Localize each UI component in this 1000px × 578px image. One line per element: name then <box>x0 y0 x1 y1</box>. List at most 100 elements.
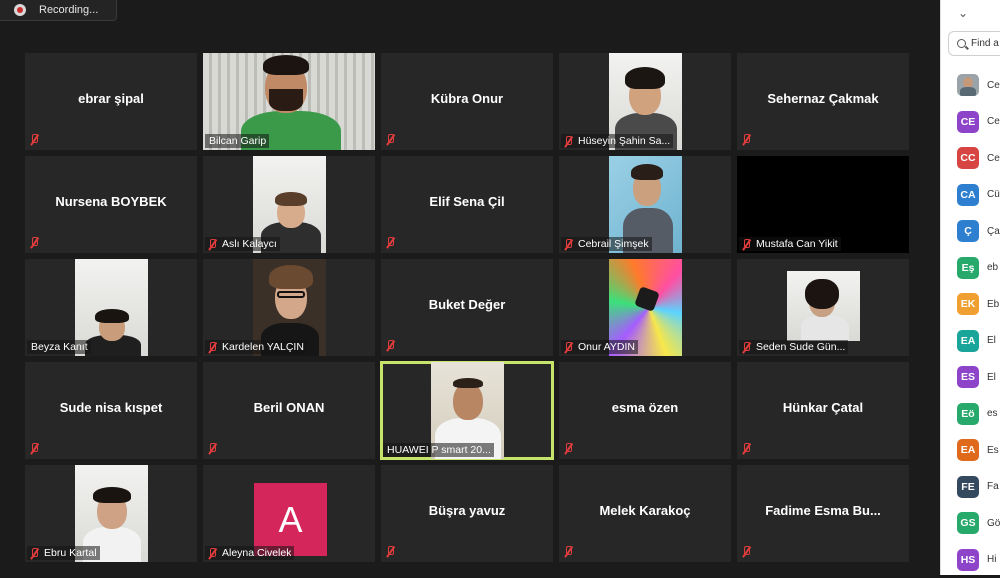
participant-tile[interactable]: Bilcan Garip <box>203 53 375 150</box>
participant-label: Kardelen YALÇIN <box>205 340 307 354</box>
participant-list-name: Cü <box>987 189 1000 200</box>
participant-list-item[interactable]: CE Ce <box>957 104 1000 141</box>
participant-list-item[interactable]: EAEs <box>957 432 1000 469</box>
participant-tile[interactable]: Onur AYDIN <box>559 259 731 356</box>
search-icon <box>957 39 966 48</box>
participant-list-item[interactable]: GSGö <box>957 505 1000 542</box>
participant-avatar: CC <box>957 147 979 169</box>
participant-tile[interactable]: esma özen <box>559 362 731 459</box>
muted-mic-icon <box>207 342 218 353</box>
participant-tile[interactable]: Beyza Kanıt <box>25 259 197 356</box>
participant-tile[interactable]: Aslı Kalaycı <box>203 156 375 253</box>
participant-tile[interactable]: Beril ONAN <box>203 362 375 459</box>
participant-list-name: Ce <box>987 116 1000 127</box>
participant-name: ebrar şipal <box>25 91 197 106</box>
participant-tile[interactable]: Buket Değer <box>381 259 553 356</box>
participant-list-item[interactable]: EAEl <box>957 323 1000 360</box>
participant-name: Melek Karakoç <box>559 503 731 518</box>
muted-mic-icon <box>29 443 40 454</box>
participant-label: Aslı Kalaycı <box>205 237 280 251</box>
participant-avatar: CE <box>957 111 979 133</box>
participant-name: Seden Sude Gün... <box>756 341 845 353</box>
participant-list-item[interactable]: Eöes <box>957 396 1000 433</box>
record-icon <box>14 4 26 16</box>
participant-name: Nursena BOYBEK <box>25 194 197 209</box>
participant-name: HUAWEI P smart 20... <box>387 444 491 456</box>
participant-name: Aslı Kalaycı <box>222 238 277 250</box>
participant-list-name: El <box>987 372 1000 383</box>
recording-label: Recording... <box>39 4 98 16</box>
participant-avatar: Eö <box>957 403 979 425</box>
participant-tile[interactable]: Elif Sena Çil <box>381 156 553 253</box>
participant-tile[interactable]: Kübra Onur <box>381 53 553 150</box>
participant-tile[interactable]: Mustafa Can Yikit <box>737 156 909 253</box>
participant-tile[interactable]: Melek Karakoç <box>559 465 731 562</box>
participant-tile[interactable]: Seden Sude Gün... <box>737 259 909 356</box>
participant-label: Seden Sude Gün... <box>739 340 848 354</box>
participant-grid: ebrar şipal Bilcan Garip Kübra Onur <box>25 53 909 562</box>
participant-tile[interactable]: Sude nisa kıspet <box>25 362 197 459</box>
participant-avatar: EA <box>957 439 979 461</box>
participant-list-item[interactable]: ÇÇa <box>957 213 1000 250</box>
muted-mic-icon <box>741 134 752 145</box>
participant-list-name: eb <box>987 262 1000 273</box>
participants-panel: ⌄ Find a CeCECeCCCeCACüÇÇaEşebEKEbEAElES… <box>940 0 1000 575</box>
video-gallery: Recording... ebrar şipal Bilcan Garip Kü… <box>0 0 940 575</box>
participant-tile[interactable]: Nursena BOYBEK <box>25 156 197 253</box>
participant-avatar <box>957 74 979 96</box>
muted-mic-icon <box>385 340 396 351</box>
participant-name: Kübra Onur <box>381 91 553 106</box>
participant-list-name: Ça <box>987 226 1000 237</box>
participant-list-name: Eb <box>987 299 1000 310</box>
recording-indicator[interactable]: Recording... <box>0 0 117 21</box>
participant-avatar: HS <box>957 549 979 571</box>
participant-tile[interactable]: ebrar şipal <box>25 53 197 150</box>
participant-tile[interactable]: Ebru Kartal <box>25 465 197 562</box>
participant-tile[interactable]: Hünkar Çatal <box>737 362 909 459</box>
chevron-down-icon[interactable]: ⌄ <box>958 6 968 20</box>
participant-name: esma özen <box>559 400 731 415</box>
muted-mic-icon <box>741 342 752 353</box>
participant-label: Mustafa Can Yikit <box>739 237 841 251</box>
muted-mic-icon <box>29 237 40 248</box>
participant-avatar: Eş <box>957 257 979 279</box>
participant-video <box>787 271 860 341</box>
participant-tile[interactable]: Sehernaz Çakmak <box>737 53 909 150</box>
muted-mic-icon <box>563 239 574 250</box>
participant-list-item[interactable]: ESEl <box>957 359 1000 396</box>
muted-mic-icon <box>385 134 396 145</box>
muted-mic-icon <box>563 443 574 454</box>
participant-list-item[interactable]: FEFa <box>957 469 1000 506</box>
participant-tile[interactable]: Kardelen YALÇIN <box>203 259 375 356</box>
participant-label: Ebru Kartal <box>27 546 100 560</box>
participant-avatar: EA <box>957 330 979 352</box>
participant-label: Hüseyin Şahin Sa... <box>561 134 673 148</box>
participant-tile[interactable]: Büşra yavuz <box>381 465 553 562</box>
participant-tile[interactable]: Hüseyin Şahin Sa... <box>559 53 731 150</box>
participant-tile[interactable]: Fadime Esma Bu... <box>737 465 909 562</box>
participant-label: Bilcan Garip <box>205 134 269 148</box>
participant-name: Cebrail Şimşek <box>578 238 649 250</box>
participant-list-item[interactable]: CC Ce <box>957 140 1000 177</box>
participant-search-input[interactable]: Find a <box>948 31 1000 56</box>
participant-avatar: FE <box>957 476 979 498</box>
participant-list-item[interactable]: CA Cü <box>957 177 1000 214</box>
participant-name: Beyza Kanıt <box>31 341 88 353</box>
muted-mic-icon <box>29 548 40 559</box>
active-speaker-tile[interactable]: HUAWEI P smart 20... <box>381 362 553 459</box>
participant-list-item[interactable]: Ce <box>957 67 1000 104</box>
participant-avatar: CA <box>957 184 979 206</box>
participant-tile[interactable]: Cebrail Şimşek <box>559 156 731 253</box>
muted-mic-icon <box>207 548 218 559</box>
participant-name: Fadime Esma Bu... <box>737 503 909 518</box>
participant-name: Buket Değer <box>381 297 553 312</box>
muted-mic-icon <box>207 239 218 250</box>
participant-list-item[interactable]: HSHi <box>957 542 1000 578</box>
participant-list-name: Ce <box>987 153 1000 164</box>
participant-name: Hünkar Çatal <box>737 400 909 415</box>
muted-mic-icon <box>563 342 574 353</box>
participant-tile[interactable]: A Aleyna Civelek <box>203 465 375 562</box>
participant-list-item[interactable]: Eşeb <box>957 250 1000 287</box>
participant-list-item[interactable]: EKEb <box>957 286 1000 323</box>
muted-mic-icon <box>741 546 752 557</box>
